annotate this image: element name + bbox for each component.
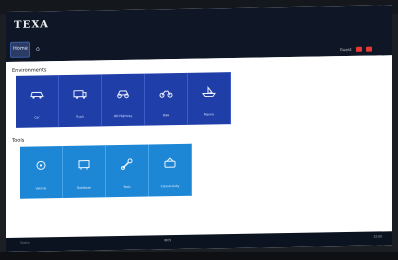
- tile-marine-label: Marine: [203, 112, 215, 117]
- home-icon[interactable]: ⌂: [36, 45, 42, 52]
- tile-off-highway-label: Off-Highway: [113, 113, 133, 119]
- motorcycle-icon: [159, 90, 173, 98]
- app-header: TEXA Home ⌂ Guest: [6, 5, 392, 63]
- app-screen: TEXA Home ⌂ Guest Environments Car Truck…: [6, 5, 392, 253]
- tile-off-highway[interactable]: Off-Highway: [102, 73, 145, 127]
- home-tab-label: Home: [13, 45, 28, 52]
- main-content: Environments Car Truck Off-Highway Bike …: [6, 55, 392, 238]
- red-close-button[interactable]: [366, 46, 372, 52]
- red-action-button[interactable]: [355, 46, 362, 52]
- status-time: 12:00: [373, 234, 382, 239]
- tile-truck-label: Truck: [76, 114, 84, 119]
- user-area: Guest: [340, 46, 372, 52]
- tile-connectivity[interactable]: Connectivity: [149, 143, 192, 197]
- car-icon: [30, 91, 44, 99]
- home-tab[interactable]: Home: [10, 41, 30, 58]
- tile-bike[interactable]: Bike: [145, 72, 188, 126]
- tile-database[interactable]: Database: [63, 145, 106, 199]
- tile-tools[interactable]: Tools: [106, 144, 149, 198]
- connectivity-icon: [164, 157, 176, 168]
- wrench-icon: [121, 158, 133, 170]
- truck-icon: [73, 90, 87, 99]
- tile-tools-label: Tools: [123, 184, 131, 189]
- vehicle-icon: [36, 160, 46, 170]
- section-title-environments: Environments: [12, 67, 47, 74]
- texa-logo: TEXA: [14, 19, 50, 31]
- status-ticker: IDC5: [164, 238, 172, 243]
- section-title-tools: Tools: [12, 137, 25, 144]
- bottom-bezel: [0, 252, 398, 260]
- database-icon: [78, 160, 90, 170]
- tile-car[interactable]: Car: [16, 75, 59, 128]
- tile-truck[interactable]: Truck: [59, 74, 102, 128]
- tile-vehicle[interactable]: Vehicle: [20, 146, 63, 199]
- tile-vehicle-label: Vehicle: [35, 186, 47, 191]
- tile-marine[interactable]: Marine: [188, 72, 231, 125]
- off-highway-icon: [117, 90, 129, 99]
- boat-icon: [202, 86, 216, 98]
- tile-connectivity-label: Connectivity: [160, 183, 180, 189]
- user-label: Guest: [339, 46, 352, 52]
- status-left-text: Status: [20, 240, 30, 245]
- tile-car-label: Car: [34, 115, 40, 120]
- tile-bike-label: Bike: [162, 113, 170, 118]
- tile-database-label: Database: [76, 185, 92, 190]
